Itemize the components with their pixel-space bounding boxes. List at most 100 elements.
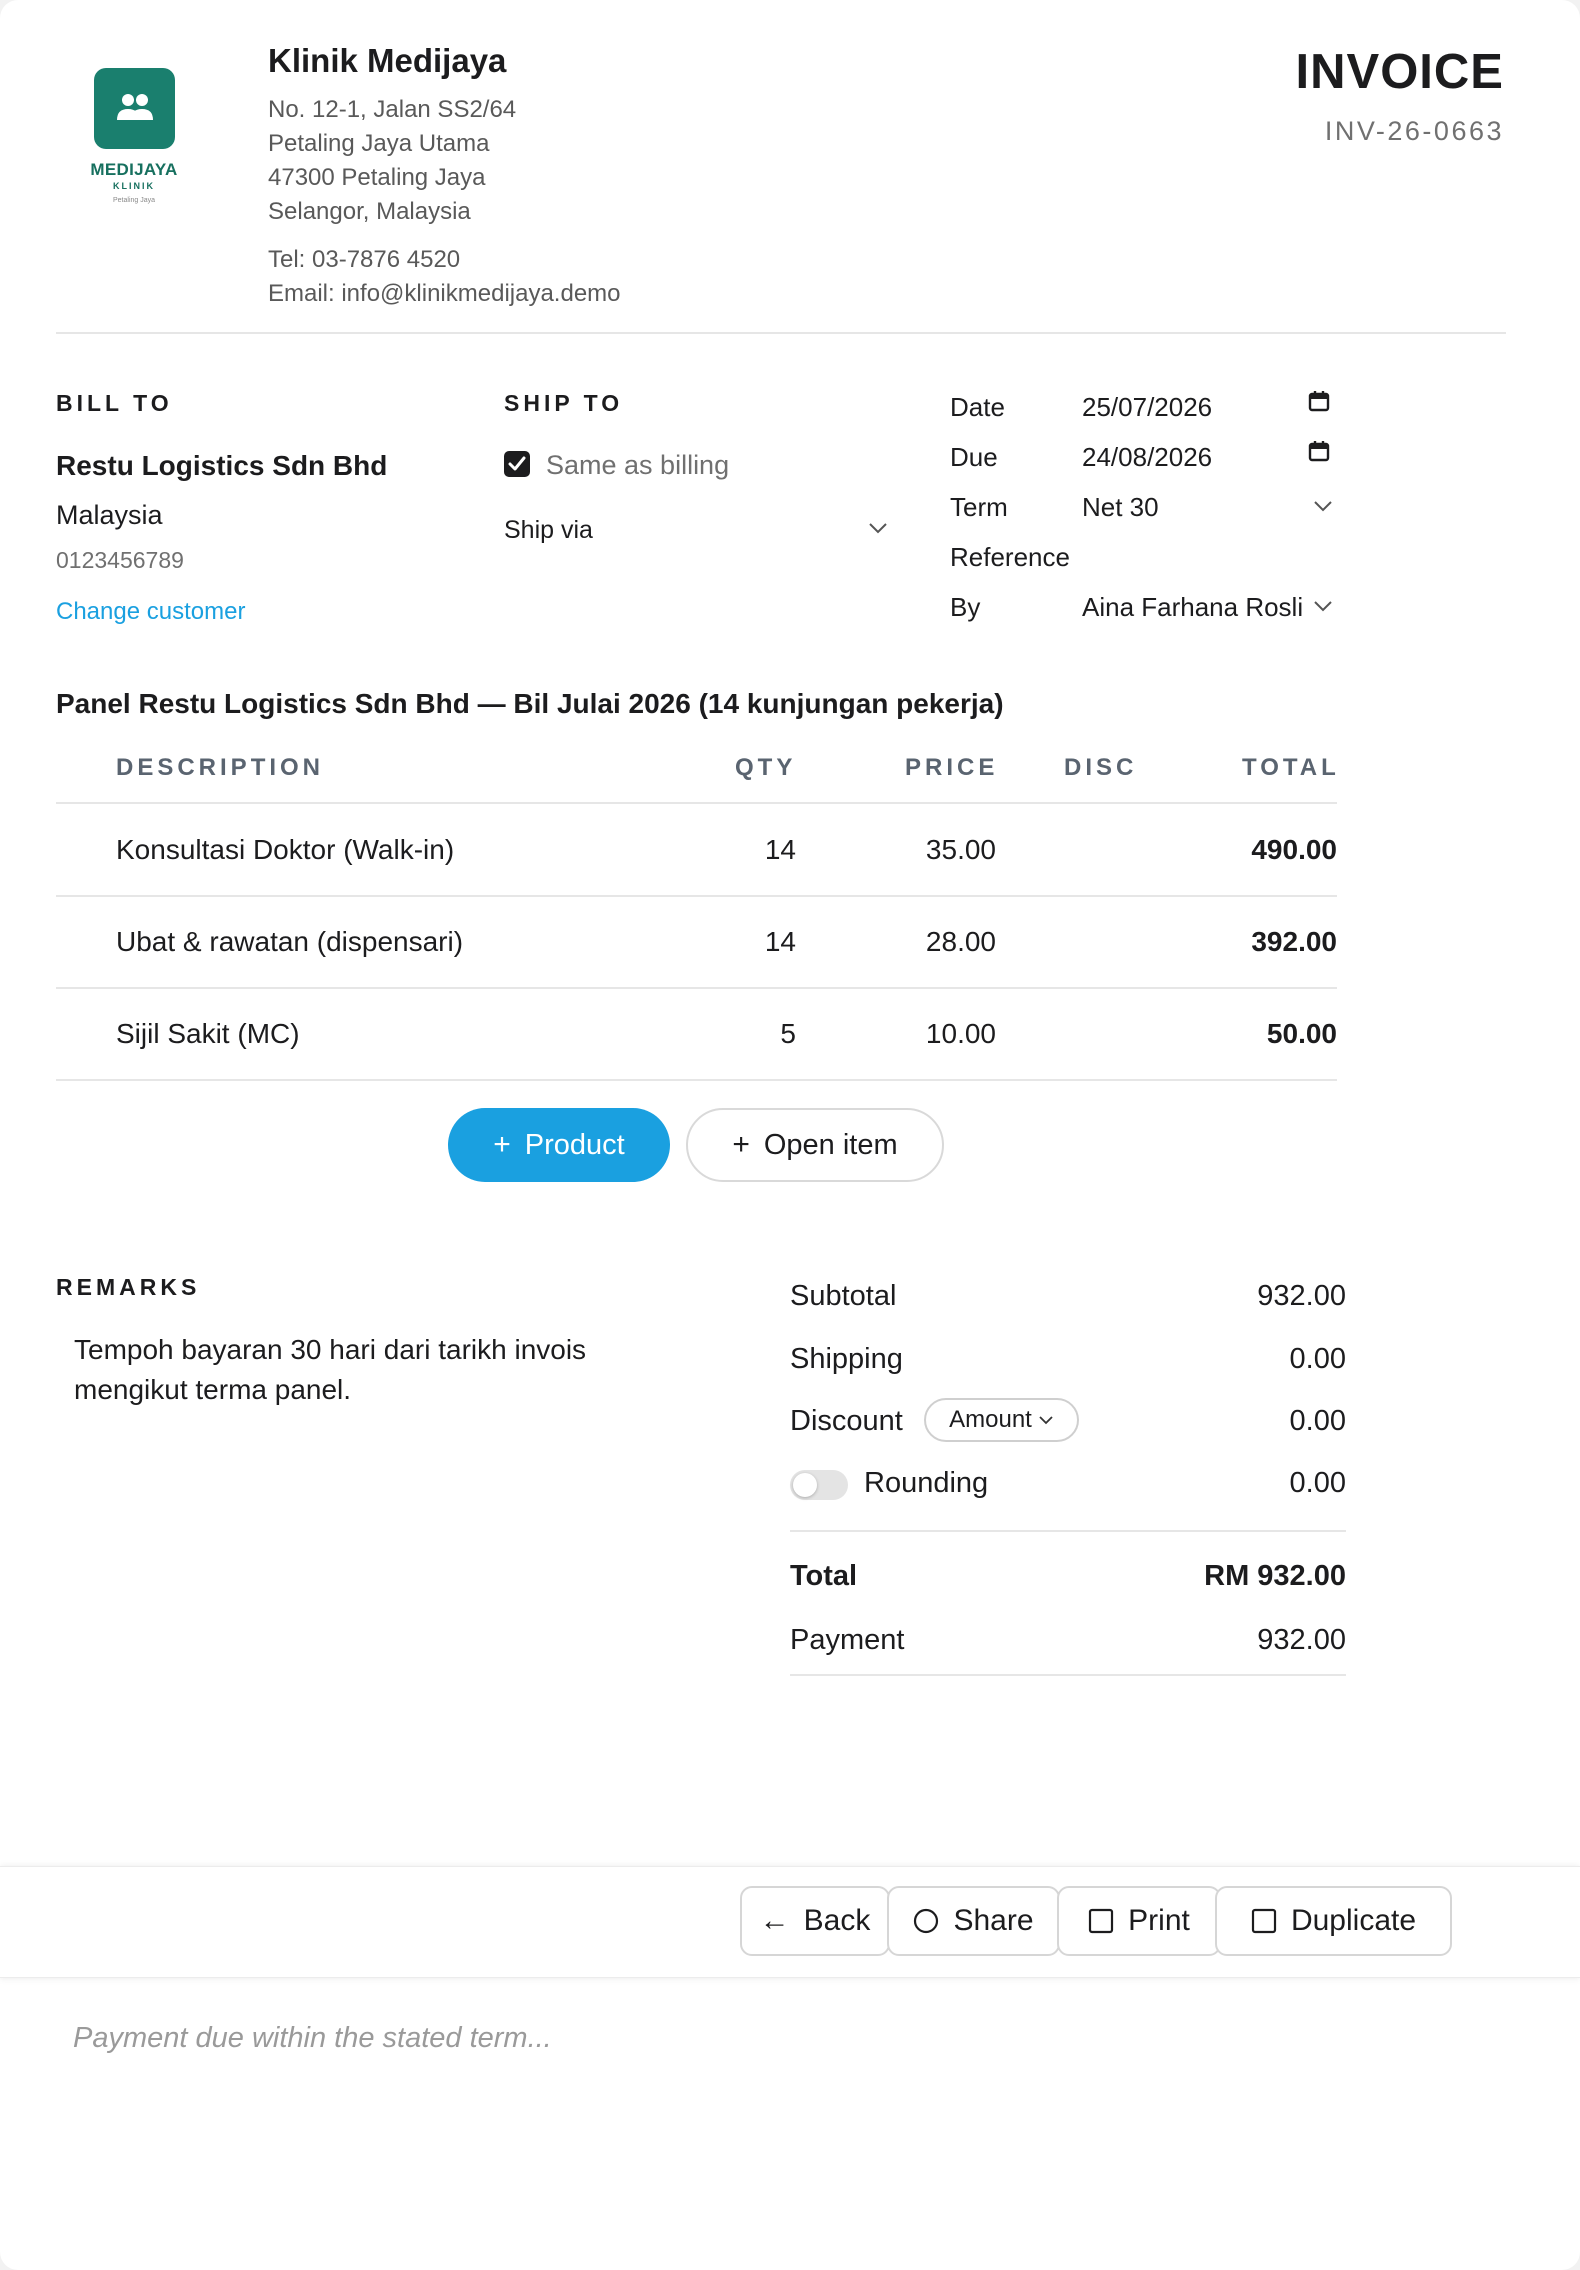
same-as-billing-label[interactable]: Same as billing — [546, 450, 729, 481]
item-total: 50.00 — [1266, 1018, 1337, 1049]
print-button[interactable]: Print — [1057, 1886, 1221, 1956]
duplicate-button[interactable]: Duplicate — [1215, 1886, 1452, 1956]
add-open-item-label: Open item — [763, 1128, 898, 1161]
subtotal-label: Subtotal — [790, 1280, 897, 1312]
change-customer-link[interactable]: Change customer — [56, 598, 245, 626]
clinic-logo-icon — [94, 68, 175, 149]
back-label: Back — [803, 1904, 871, 1937]
item-total: 490.00 — [1251, 834, 1337, 865]
term-label: Term — [950, 492, 1008, 522]
column-header-disc: DISC — [1064, 754, 1138, 781]
back-button[interactable]: ← Back — [740, 1886, 890, 1956]
table-divider — [56, 802, 1337, 804]
clinic-name: Klinik Medijaya — [268, 42, 507, 79]
logo-name: MEDIJAYA — [90, 160, 178, 179]
customer-name: Restu Logistics Sdn Bhd — [56, 450, 388, 481]
share-label: Share — [953, 1904, 1034, 1937]
term-select[interactable]: Net 30 — [1082, 492, 1159, 523]
shipping-value[interactable]: 0.00 — [1146, 1343, 1346, 1376]
item-qty[interactable]: 5 — [700, 1018, 796, 1050]
invoice-number: INV-26-0663 — [1324, 116, 1504, 146]
address-line: Petaling Jaya Utama — [268, 130, 490, 157]
header-divider — [56, 332, 1506, 334]
clinic-email: Email: info@klinikmedijaya.demo — [268, 280, 621, 307]
date-label: Date — [950, 392, 1005, 422]
column-header-total: TOTAL — [1242, 754, 1340, 781]
invoice-page: MEDIJAYA KLINIK Petaling Jaya Klinik Med… — [0, 0, 1580, 2270]
toggle-knob — [793, 1473, 817, 1497]
chevron-down-icon[interactable] — [1312, 499, 1334, 513]
by-select[interactable]: Aina Farhana Rosli — [1082, 592, 1303, 623]
items-title: Panel Restu Logistics Sdn Bhd — Bil Jula… — [56, 688, 1004, 719]
item-description[interactable]: Konsultasi Doktor (Walk-in) — [116, 834, 454, 866]
table-divider — [56, 1079, 1337, 1081]
column-header-price: PRICE — [905, 754, 999, 781]
remarks-line[interactable]: mengikut terma panel. — [74, 1374, 351, 1406]
remarks-line[interactable]: Tempoh bayaran 30 hari dari tarikh invoi… — [74, 1334, 586, 1366]
total-label: Total — [790, 1560, 858, 1592]
total-value: RM 932.00 — [1204, 1560, 1346, 1592]
plus-icon: + — [493, 1128, 511, 1161]
print-icon — [1089, 1908, 1114, 1934]
same-as-billing-checkbox[interactable] — [504, 451, 530, 477]
payment-label: Payment — [790, 1624, 905, 1656]
add-open-item-button[interactable]: + Open item — [686, 1108, 944, 1182]
item-description[interactable]: Sijil Sakit (MC) — [116, 1018, 300, 1050]
item-qty[interactable]: 14 — [700, 834, 796, 866]
customer-country: Malaysia — [56, 500, 163, 530]
invoice-title: INVOICE — [1295, 45, 1504, 99]
logo-subtitle: KLINIK — [113, 181, 155, 191]
add-product-button[interactable]: + Product — [448, 1108, 670, 1182]
customer-phone: 0123456789 — [56, 547, 184, 573]
note-input[interactable]: Payment due within the stated term... — [73, 2022, 552, 2055]
rounding-label: Rounding — [864, 1467, 989, 1499]
rounding-toggle[interactable] — [790, 1470, 848, 1500]
calendar-icon[interactable] — [1308, 390, 1330, 412]
item-price[interactable]: 10.00 — [850, 1018, 996, 1050]
plus-icon: + — [732, 1128, 750, 1161]
add-product-label: Product — [524, 1128, 625, 1161]
chevron-down-icon[interactable] — [867, 521, 889, 535]
address-line: 47300 Petaling Jaya — [268, 164, 486, 191]
chevron-down-icon — [1039, 1416, 1053, 1425]
column-header-description: DESCRIPTION — [116, 754, 325, 781]
reference-label: Reference — [950, 542, 1070, 572]
item-qty[interactable]: 14 — [700, 926, 796, 958]
discount-label: Discount — [790, 1405, 903, 1437]
table-divider — [56, 895, 1337, 897]
share-icon — [914, 1908, 939, 1934]
item-total: 392.00 — [1251, 926, 1337, 957]
discount-mode-label: Amount — [949, 1406, 1032, 1433]
arrow-left-icon: ← — [759, 1904, 790, 1937]
duplicate-label: Duplicate — [1290, 1904, 1417, 1937]
rounding-value: 0.00 — [1289, 1467, 1346, 1499]
summary-divider — [790, 1674, 1346, 1676]
address-line: No. 12-1, Jalan SS2/64 — [268, 96, 517, 123]
ship-to-label: SHIP TO — [504, 390, 624, 416]
by-label: By — [950, 592, 981, 622]
date-value[interactable]: 25/07/2026 — [1082, 392, 1212, 423]
item-price[interactable]: 35.00 — [850, 834, 996, 866]
item-description[interactable]: Ubat & rawatan (dispensari) — [116, 926, 463, 958]
subtotal-value: 932.00 — [1257, 1280, 1346, 1312]
column-header-qty: QTY — [735, 754, 797, 781]
address-line: Selangor, Malaysia — [268, 198, 471, 225]
bill-to-label: BILL TO — [56, 390, 173, 416]
ship-via-select[interactable]: Ship via — [504, 516, 593, 545]
clinic-phone: Tel: 03-7876 4520 — [268, 246, 461, 273]
discount-value[interactable]: 0.00 — [1146, 1405, 1346, 1438]
chevron-down-icon[interactable] — [1312, 599, 1334, 613]
remarks-label: REMARKS — [56, 1274, 201, 1300]
duplicate-icon — [1251, 1908, 1277, 1934]
calendar-icon[interactable] — [1308, 440, 1330, 462]
due-value[interactable]: 24/08/2026 — [1082, 442, 1212, 473]
payment-value[interactable]: 932.00 — [1146, 1624, 1346, 1657]
discount-mode-select[interactable]: Amount — [924, 1398, 1079, 1442]
summary-divider — [790, 1530, 1346, 1532]
share-button[interactable]: Share — [887, 1886, 1060, 1956]
due-label: Due — [950, 442, 998, 472]
shipping-label: Shipping — [790, 1343, 903, 1375]
table-divider — [56, 987, 1337, 989]
print-label: Print — [1128, 1904, 1190, 1937]
item-price[interactable]: 28.00 — [850, 926, 996, 958]
